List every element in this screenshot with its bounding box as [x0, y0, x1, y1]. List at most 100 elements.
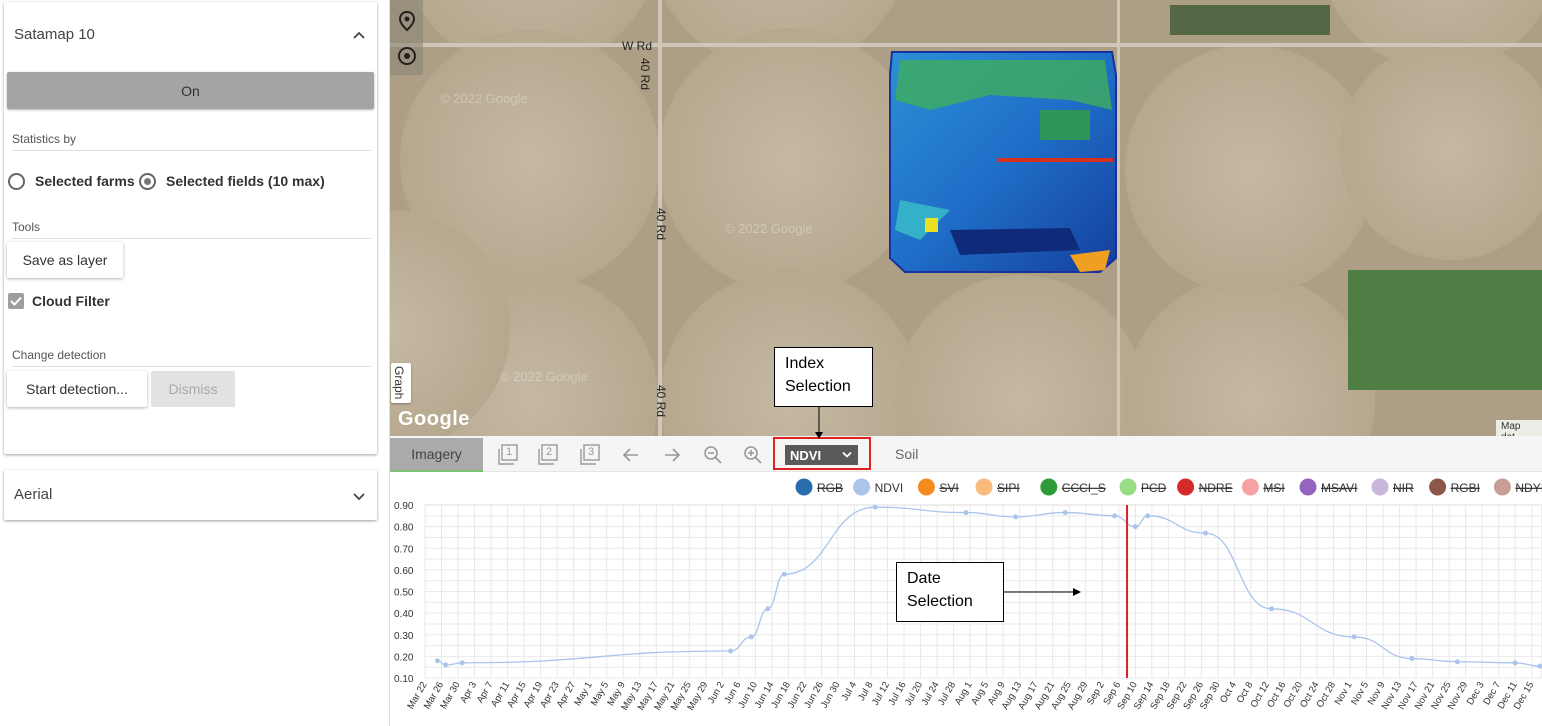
aerial-card[interactable]: Aerial [4, 470, 377, 520]
arrow-left-icon[interactable] [620, 444, 642, 466]
legend-dot [1241, 478, 1259, 496]
tab-imagery-label: Imagery [411, 446, 462, 462]
legend-dot [917, 478, 935, 496]
date-selection-callout: Date Selection [896, 562, 1004, 622]
y-tick-label: 0.30 [394, 631, 414, 642]
data-point [728, 648, 734, 654]
start-detection-button[interactable]: Start detection... [7, 371, 147, 407]
chevron-up-icon[interactable] [351, 27, 367, 43]
data-point [1112, 513, 1118, 519]
legend-dot [1371, 478, 1389, 496]
index-selection-callout: Index Selection [774, 347, 873, 407]
graph-tab-label: Graph [392, 366, 406, 400]
divider [12, 238, 371, 239]
data-point [459, 660, 465, 666]
legend-label: SVI [939, 481, 958, 495]
radio-selected-fields[interactable] [139, 173, 156, 190]
statistics-label: Statistics by [12, 132, 77, 146]
change-detection-label: Change detection [12, 348, 107, 362]
layer-3-button[interactable]: 3 [579, 444, 601, 466]
location-pin-icon[interactable] [393, 8, 421, 36]
data-point [1269, 606, 1275, 612]
data-point [1132, 524, 1138, 530]
checkmark-icon [10, 296, 22, 306]
legend-dot [1429, 478, 1447, 496]
satellite-map[interactable]: W Rd 40 Rd 40 Rd 40 Rd © 2022 Google © 2… [390, 0, 1542, 436]
road-label-40-a: 40 Rd [638, 58, 652, 91]
legend-dot [1493, 478, 1511, 496]
legend-label: RGBI [1451, 481, 1480, 495]
save-as-layer-label: Save as layer [22, 252, 108, 268]
y-tick-label: 0.90 [394, 501, 414, 512]
layer-2-button[interactable]: 2 [537, 444, 559, 466]
y-tick-label: 0.70 [394, 544, 414, 555]
legend-dot [975, 478, 993, 496]
layer-1-button[interactable]: 1 [497, 444, 519, 466]
rotate-camera-icon[interactable] [393, 42, 421, 70]
legend-label: NDVI [875, 481, 904, 495]
dismiss-label: Dismiss [168, 381, 218, 397]
on-toggle-button[interactable]: On [7, 72, 374, 109]
satamap-card: Satamap 10 On Statistics by Selected far… [4, 2, 377, 454]
zoom-out-icon[interactable] [702, 444, 724, 466]
legend-label: MSI [1263, 481, 1284, 495]
map-watermark: © 2022 Google [440, 91, 528, 106]
legend-label: CCCI_S [1062, 481, 1106, 495]
divider [12, 366, 371, 367]
data-point [1203, 530, 1208, 536]
chevron-down-icon[interactable] [351, 488, 367, 504]
layer-1-label: 1 [506, 446, 513, 458]
road-label-w: W Rd [622, 39, 652, 53]
road-label-40-b: 40 Rd [654, 208, 668, 241]
data-point [443, 662, 449, 668]
layer-3-label: 3 [588, 446, 595, 458]
date-selection-text: Date Selection [907, 570, 973, 610]
x-tick-label: Jul 4 [840, 680, 860, 703]
tools-label: Tools [12, 220, 41, 234]
satamap-title: Satamap 10 [14, 26, 95, 43]
legend-dot [1040, 478, 1058, 496]
y-tick-label: 0.10 [394, 674, 414, 685]
cloud-filter-label: Cloud Filter [32, 293, 110, 309]
index-select-dropdown[interactable]: NDVI [785, 445, 858, 465]
on-label: On [181, 82, 200, 99]
data-point [1454, 659, 1460, 665]
tab-imagery[interactable]: Imagery [390, 438, 483, 472]
data-point [781, 571, 787, 577]
arrow-right-icon[interactable] [661, 444, 683, 466]
legend-dot [1119, 478, 1137, 496]
map-data-attribution[interactable]: Map dat [1496, 420, 1542, 436]
data-point [434, 658, 440, 664]
dismiss-button[interactable]: Dismiss [151, 371, 235, 407]
index-selection-text: Index Selection [785, 355, 851, 395]
y-tick-label: 0.80 [394, 523, 414, 534]
legend-label: RGB [817, 481, 843, 495]
chevron-down-icon [842, 451, 852, 458]
map-watermark: © 2022 Google [500, 369, 588, 384]
y-tick-label: 0.50 [394, 588, 414, 599]
divider [12, 150, 371, 151]
cloud-filter-checkbox[interactable] [8, 293, 24, 309]
zoom-in-icon[interactable] [742, 444, 764, 466]
y-tick-label: 0.60 [394, 566, 414, 577]
save-as-layer-button[interactable]: Save as layer [7, 242, 123, 278]
radio-farms-label: Selected farms [35, 173, 135, 189]
legend-label: MSAVI [1321, 481, 1357, 495]
legend-dot [1299, 478, 1317, 496]
tab-soil[interactable]: Soil [895, 446, 918, 462]
data-point [872, 504, 878, 510]
legend-label: NIR [1393, 481, 1414, 495]
legend-label: NDYI [1515, 481, 1542, 495]
google-logo: Google [398, 408, 470, 430]
graph-tab[interactable]: Graph [391, 363, 411, 403]
index-select-value: NDVI [790, 447, 822, 463]
radio-fields-label: Selected fields (10 max) [166, 173, 325, 189]
layer-2-label: 2 [546, 446, 553, 458]
y-tick-label: 0.40 [394, 609, 414, 620]
road-label-40-c: 40 Rd [654, 385, 668, 418]
data-point [1145, 513, 1151, 519]
legend-label: NDRE [1199, 481, 1233, 495]
legend-dot [1177, 478, 1195, 496]
data-point [1351, 634, 1357, 640]
radio-selected-farms[interactable] [8, 173, 25, 190]
